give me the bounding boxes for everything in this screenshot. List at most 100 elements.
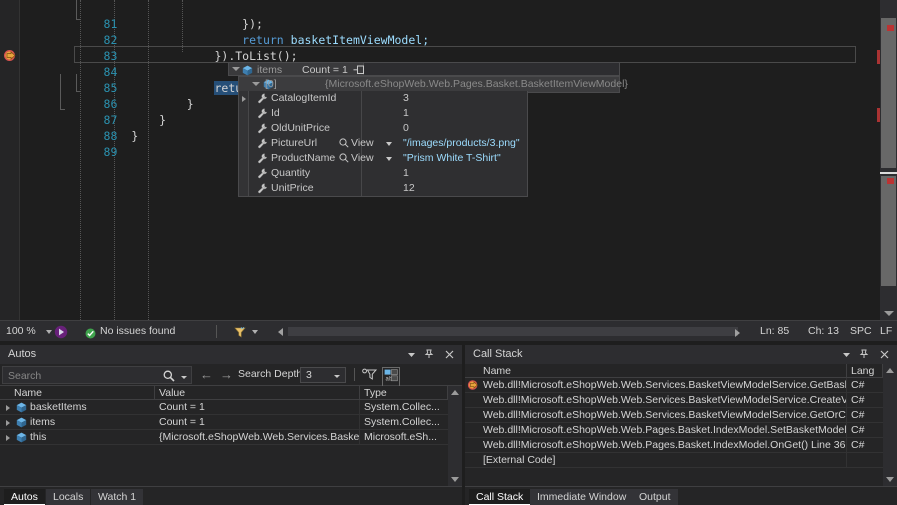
view-button[interactable]: View <box>351 151 374 166</box>
table-row[interactable]: Web.dll!Microsoft.eShopWeb.Web.Pages.Bas… <box>465 438 897 453</box>
search-depth-stepper[interactable]: 3 <box>300 367 346 383</box>
datatip-property-row[interactable]: UnitPrice 12 <box>239 181 527 196</box>
chevron-down-icon[interactable] <box>386 157 392 161</box>
breakpoint-margin[interactable] <box>0 0 20 320</box>
datatip-property-row[interactable]: OldUnitPrice 0 <box>239 121 527 136</box>
datatip-property-row[interactable]: Quantity 1 <box>239 166 527 181</box>
code-line[interactable]: 82 return basketItemViewModel; <box>32 16 861 32</box>
autos-vertical-scrollbar[interactable] <box>448 386 462 486</box>
datatip-element-row[interactable]: [0] {Microsoft.eShopWeb.Web.Pages.Basket… <box>239 77 619 92</box>
chevron-down-icon[interactable] <box>334 375 340 378</box>
arrow-left-icon[interactable]: ← <box>200 368 213 382</box>
chevron-down-icon[interactable] <box>386 142 392 146</box>
spaces-indicator[interactable]: SPC <box>850 321 872 342</box>
property-value[interactable]: 0 <box>403 121 409 136</box>
magnifier-icon[interactable] <box>163 370 175 385</box>
search-input[interactable]: Search <box>2 366 192 384</box>
code-editor[interactable]: 81 }); 82 return basketItemViewModel; 83… <box>0 0 897 320</box>
chevron-down-icon[interactable] <box>839 345 853 364</box>
close-icon[interactable] <box>442 345 456 364</box>
datatip-property-row[interactable]: Id 1 <box>239 106 527 121</box>
call-stack-grid[interactable]: Name Lang Web.dll!Microsoft.eShopWeb.Web… <box>465 364 897 486</box>
tab-call-stack[interactable]: Call Stack <box>469 489 530 505</box>
scroll-right-icon[interactable] <box>735 329 740 337</box>
status-bar[interactable]: 100 % No issues found <box>0 320 897 341</box>
property-value[interactable]: 12 <box>403 181 415 196</box>
column-header-name[interactable]: Name <box>10 386 155 400</box>
scroll-up-icon[interactable] <box>886 368 894 373</box>
stack-frame-name[interactable]: Web.dll!Microsoft.eShopWeb.Web.Pages.Bas… <box>479 423 847 438</box>
table-row[interactable]: Web.dll!Microsoft.eShopWeb.Web.Services.… <box>465 408 897 423</box>
zoom-level[interactable]: 100 % <box>6 321 36 342</box>
filter-settings-icon[interactable] <box>362 368 377 385</box>
call-stack-vertical-scrollbar[interactable] <box>883 364 897 486</box>
variable-value[interactable]: {Microsoft.eShopWeb.Web.Services.BasketV… <box>155 430 360 445</box>
scroll-down-icon[interactable] <box>886 477 894 482</box>
source-control-icon[interactable] <box>54 325 68 346</box>
scrollbar-thumb-lower[interactable] <box>881 176 896 286</box>
hscroll-thumb[interactable] <box>288 327 738 336</box>
column-header-lang[interactable]: Lang <box>847 364 883 378</box>
table-row[interactable]: Web.dll!Microsoft.eShopWeb.Web.Pages.Bas… <box>465 423 897 438</box>
scroll-down-icon[interactable] <box>451 477 459 482</box>
autos-grid[interactable]: Name Value Type basketItems Count = 1 Sy… <box>0 386 462 486</box>
datatip-root-edit-field[interactable] <box>364 62 620 76</box>
tab-watch-1[interactable]: Watch 1 <box>91 489 143 505</box>
table-row[interactable]: this {Microsoft.eShopWeb.Web.Services.Ba… <box>0 430 462 445</box>
code-line[interactable]: 81 }); <box>32 0 861 16</box>
datatip-root-row[interactable]: items Count = 1 <box>228 62 364 76</box>
stack-frame-name[interactable]: Web.dll!Microsoft.eShopWeb.Web.Services.… <box>479 408 847 423</box>
property-value[interactable]: 1 <box>403 106 409 121</box>
view-button[interactable]: View <box>351 136 374 151</box>
chevron-down-icon[interactable] <box>232 67 240 71</box>
property-value[interactable]: 1 <box>403 166 409 181</box>
variable-value[interactable]: Count = 1 <box>155 415 360 430</box>
datatip-property-row[interactable]: PictureUrl View "/images/products/3.png" <box>239 136 527 151</box>
chevron-down-icon[interactable] <box>404 345 418 364</box>
call-stack-panel[interactable]: Call Stack Name Lang <box>465 345 897 505</box>
chevron-down-icon[interactable] <box>181 376 187 379</box>
autos-panel[interactable]: Autos Search ← → Search Depth: <box>0 345 462 505</box>
editor-vertical-scrollbar[interactable] <box>880 0 897 320</box>
chevron-down-icon[interactable] <box>252 330 258 334</box>
scroll-down-icon[interactable] <box>884 311 894 316</box>
chevron-down-icon[interactable] <box>252 82 260 86</box>
scroll-up-icon[interactable] <box>451 390 459 395</box>
stack-frame-name[interactable]: Web.dll!Microsoft.eShopWeb.Web.Services.… <box>479 393 847 408</box>
property-value[interactable]: "Prism White T-Shirt" <box>403 151 501 166</box>
table-row[interactable]: basketItems Count = 1 System.Collec... <box>0 400 462 415</box>
editor-horizontal-scrollbar[interactable] <box>278 325 738 338</box>
property-value[interactable]: "/images/products/3.png" <box>403 136 520 151</box>
issues-status-text[interactable]: No issues found <box>100 321 175 342</box>
call-stack-tab-strip[interactable]: Call Stack Immediate Window Output <box>465 486 897 505</box>
column-header-value[interactable]: Value <box>155 386 360 400</box>
scroll-left-icon[interactable] <box>278 328 283 336</box>
property-value[interactable]: 3 <box>403 91 409 106</box>
table-row[interactable]: Web.dll!Microsoft.eShopWeb.Web.Services.… <box>465 378 897 393</box>
column-header-type[interactable]: Type <box>360 386 448 400</box>
stack-frame-name[interactable]: [External Code] <box>479 453 847 468</box>
variable-value[interactable]: Count = 1 <box>155 400 360 415</box>
pin-icon[interactable] <box>422 345 436 364</box>
chevron-right-icon[interactable] <box>6 435 10 441</box>
tab-autos[interactable]: Autos <box>4 489 45 505</box>
autos-tab-strip[interactable]: Autos Locals Watch 1 <box>0 486 462 505</box>
scrollbar-thumb[interactable] <box>881 18 896 168</box>
chevron-down-icon[interactable] <box>46 330 52 334</box>
datatip-property-row[interactable]: CatalogItemId 3 <box>239 91 527 106</box>
tab-locals[interactable]: Locals <box>46 489 90 505</box>
datatip-property-list[interactable]: CatalogItemId 3 Id 1 OldUnitPrice 0 <box>238 91 528 197</box>
debugger-datatip[interactable]: items Count = 1 <box>228 62 620 76</box>
pin-icon[interactable] <box>857 345 871 364</box>
stack-frame-name[interactable]: Web.dll!Microsoft.eShopWeb.Web.Pages.Bas… <box>479 438 847 453</box>
close-icon[interactable] <box>877 345 891 364</box>
tab-output[interactable]: Output <box>632 489 678 505</box>
table-row[interactable]: Web.dll!Microsoft.eShopWeb.Web.Services.… <box>465 393 897 408</box>
stack-frame-name[interactable]: Web.dll!Microsoft.eShopWeb.Web.Services.… <box>479 378 847 393</box>
chevron-right-icon[interactable] <box>6 420 10 426</box>
tab-immediate-window[interactable]: Immediate Window <box>530 489 633 505</box>
chevron-right-icon[interactable] <box>6 405 10 411</box>
datatip-property-row[interactable]: ProductName View "Prism White T-Shirt" <box>239 151 527 166</box>
hexadecimal-display-icon[interactable]: ab <box>382 367 400 387</box>
issue-filter-icon[interactable] <box>234 326 247 347</box>
